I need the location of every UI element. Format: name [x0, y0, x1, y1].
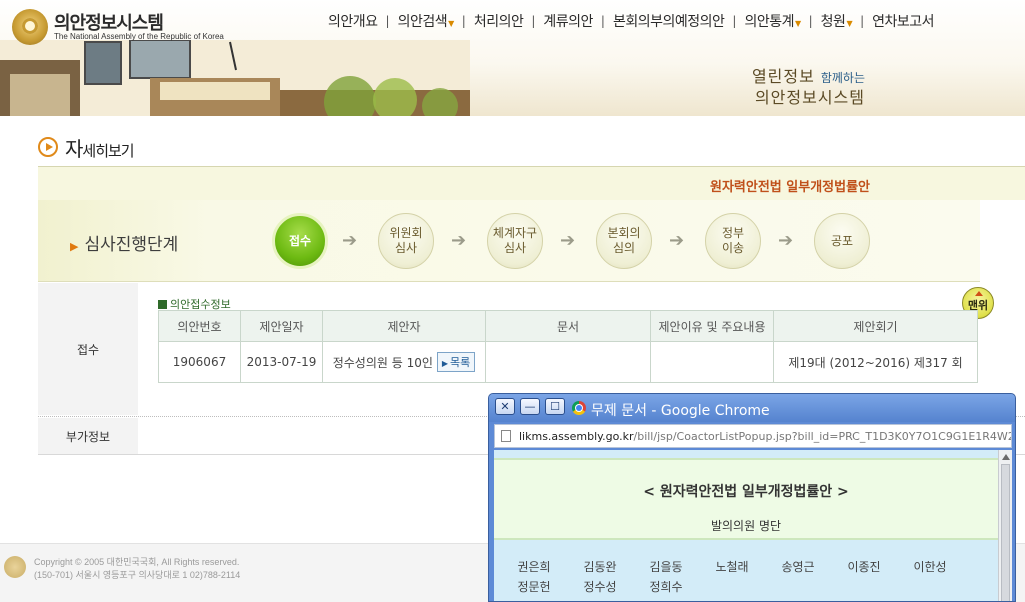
col-reason: 제안이유 및 주요내용 [650, 310, 774, 342]
footer-copyright: Copyright © 2005 대한민국국회, All Rights rese… [34, 557, 240, 567]
nav-item-plenary-scheduled[interactable]: 본회의부의예정의안 [605, 11, 732, 31]
nav-item-annual-report[interactable]: 연차보고서 [864, 11, 942, 31]
nav-item-search[interactable]: 의안검색▼ [390, 11, 462, 31]
list-item: 송영근 [781, 560, 815, 574]
date-cell: 2013-07-19 [240, 341, 323, 383]
popup-titlebar[interactable]: ✕ — ☐ 무제 문서 - Google Chrome [489, 394, 1015, 422]
proposer-cell: 정수성의원 등 10인 ▶ 목록 [322, 341, 486, 383]
list-item: 김동완 [583, 560, 617, 574]
document-cell [485, 341, 651, 383]
popup-page: < 원자력안전법 일부개정법률안 > 발의의원 명단 권은희 김동완 김을동 노… [494, 450, 998, 601]
progress-label: ▶ 심사진행단계 [70, 235, 179, 255]
url-host: likms.assembly.go.kr [519, 430, 634, 443]
dropdown-arrow-icon: ▼ [448, 19, 454, 28]
popup-bill-title: < 원자력안전법 일부개정법률안 > [643, 484, 849, 500]
bill-name: 원자력안전법 일부개정법률안 [709, 180, 870, 195]
step-arrow-icon: ➔ [560, 230, 576, 251]
step-receipt: 접수 [272, 213, 328, 269]
popup-heading-box: < 원자력안전법 일부개정법률안 > 발의의원 명단 [494, 458, 998, 540]
nav-item-pending[interactable]: 계류의안 [535, 11, 601, 31]
popup-content: < 원자력안전법 일부개정법률안 > 발의의원 명단 권은희 김동완 김을동 노… [494, 450, 1012, 601]
list-item: 이한성 [913, 560, 947, 574]
list-item: 이종진 [847, 560, 881, 574]
nav-item-overview[interactable]: 의안개요 [320, 11, 386, 31]
proposer-text: 정수성의원 등 10인 [332, 356, 433, 370]
list-item: 정희수 [649, 580, 683, 594]
brand-subtitle: The National Assembly of the Republic of… [54, 32, 224, 41]
receipt-table: 의안번호 제안일자 제안자 문서 제안이유 및 주요내용 제안회기 190606… [158, 310, 978, 383]
step-arrow-icon: ➔ [342, 230, 358, 251]
progress-steps: ▶ 심사진행단계 접수 ➔ 위원회 심사 ➔ 체계자구 심사 ➔ 본회의 심의 ➔… [38, 200, 980, 282]
col-document: 문서 [485, 310, 651, 342]
dropdown-arrow-icon: ▼ [794, 19, 801, 28]
address-bar[interactable]: likms.assembly.go.kr/bill/jsp/CoactorLis… [494, 424, 1012, 448]
session-cell: 제19대 (2012~2016) 제317 회 [773, 341, 978, 383]
header-illustration [0, 40, 470, 116]
nav-item-petition[interactable]: 청원▼ [813, 11, 860, 31]
slogan-line2: 의안정보시스템 [754, 88, 865, 107]
page-title-rest: 세히보기 [82, 142, 134, 160]
col-proposer: 제안자 [322, 310, 486, 342]
step-legal-review: 체계자구 심사 [487, 213, 543, 269]
receipt-row-label: 접수 [38, 283, 138, 415]
main-nav: 의안개요 | 의안검색▼ | 처리의안 | 계류의안 | 본회의부의예정의안 |… [320, 11, 942, 31]
maximize-icon[interactable]: ☐ [545, 398, 565, 415]
page-title-first: 자 [65, 137, 83, 161]
nav-item-processed[interactable]: 처리의안 [466, 11, 532, 31]
step-government-transfer: 정부 이송 [705, 213, 761, 269]
list-button[interactable]: ▶ 목록 [436, 352, 476, 372]
step-promulgation: 공포 [814, 213, 870, 269]
col-bill-no: 의안번호 [158, 310, 241, 342]
col-session: 제안회기 [773, 310, 978, 342]
play-icon: ▶ [441, 359, 449, 368]
col-date: 제안일자 [240, 310, 323, 342]
list-item: 노철래 [715, 560, 749, 574]
step-arrow-icon: ➔ [669, 230, 685, 251]
step-arrow-icon: ➔ [778, 230, 794, 251]
arrow-circle-icon [38, 137, 58, 157]
table-header-row: 의안번호 제안일자 제안자 문서 제안이유 및 주요내용 제안회기 [158, 310, 978, 342]
step-plenary: 본회의 심의 [596, 213, 652, 269]
step-arrow-icon: ➔ [451, 230, 467, 251]
reason-cell [650, 341, 774, 383]
footer-address: (150-701) 서울시 영등포구 의사당대로 1 02)788-2114 [34, 570, 241, 580]
footer-emblem-icon [4, 556, 26, 578]
popup-subtitle: 발의의원 명단 [710, 519, 782, 533]
square-bullet-icon [158, 300, 167, 309]
scrollbar[interactable] [998, 450, 1012, 601]
list-item: 정수성 [583, 580, 617, 594]
nav-item-statistics[interactable]: 의안통계▼ [736, 11, 808, 31]
extra-info-row-label: 부가정보 [38, 418, 138, 454]
list-item: 김을동 [649, 560, 683, 574]
scroll-up-icon[interactable] [1002, 454, 1010, 460]
dropdown-arrow-icon: ▼ [846, 19, 853, 28]
bill-no-cell: 1906067 [158, 341, 241, 383]
popup-title: 무제 문서 - Google Chrome [591, 403, 770, 419]
page-title: 자세히보기 [65, 133, 135, 162]
chrome-icon [572, 401, 586, 415]
url-text: likms.assembly.go.kr/bill/jsp/CoactorLis… [519, 430, 1012, 443]
list-item: 권은희 [517, 560, 551, 574]
slogan-small: 함께하는 [820, 71, 865, 85]
url-path: /bill/jsp/CoactorListPopup.jsp?bill_id=P… [633, 430, 1012, 443]
site-header: 의안정보시스템 The National Assembly of the Rep… [0, 0, 1025, 116]
popup-window: ✕ — ☐ 무제 문서 - Google Chrome likms.assemb… [488, 393, 1016, 602]
arrow-bullet-icon: ▶ [70, 240, 79, 253]
scroll-thumb[interactable] [1001, 464, 1010, 601]
national-assembly-emblem-icon[interactable] [12, 9, 48, 45]
minimize-icon[interactable]: — [520, 398, 540, 415]
bill-name-bar: 원자력안전법 일부개정법률안 [38, 166, 1025, 200]
table-row: 1906067 2013-07-19 정수성의원 등 10인 ▶ 목록 제19대 (… [158, 341, 978, 383]
footer-text: Copyright © 2005 대한민국국회, All Rights rese… [34, 556, 240, 582]
step-committee-review: 위원회 심사 [378, 213, 434, 269]
close-icon[interactable]: ✕ [495, 398, 515, 415]
page-icon [501, 430, 511, 442]
list-item: 정문헌 [517, 580, 551, 594]
